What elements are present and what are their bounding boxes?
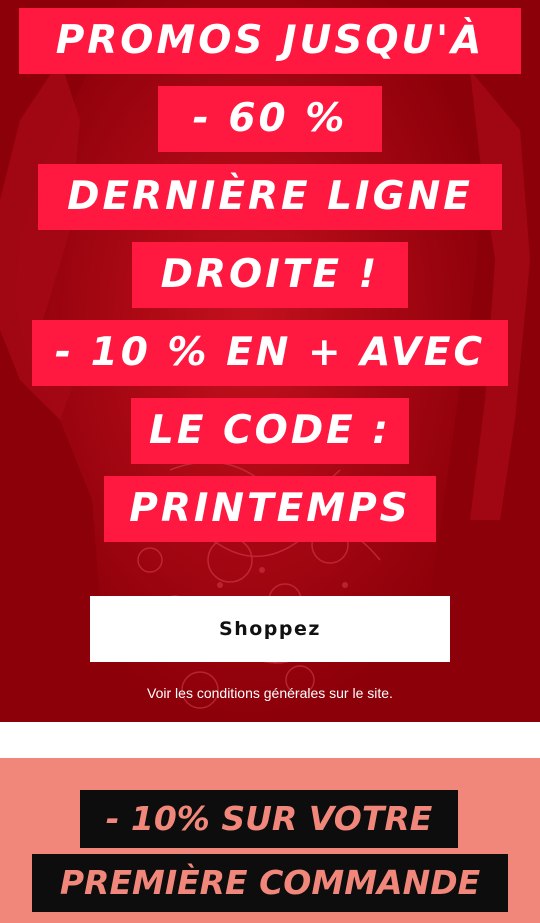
headline-line-5: - 10 % EN + AVEC xyxy=(32,320,508,386)
headline-line-3: DERNIÈRE LIGNE xyxy=(38,164,502,230)
headline-line-4: DROITE ! xyxy=(132,242,408,308)
terms-link[interactable]: Voir les conditions générales sur le sit… xyxy=(0,683,540,703)
headline-line-6: LE CODE : xyxy=(131,398,409,464)
headline-line-2: - 60 % xyxy=(158,86,382,152)
shop-now-button[interactable]: Shoppez xyxy=(90,596,450,662)
hero-banner[interactable]: PROMOS JUSQU'À - 60 % DERNIÈRE LIGNE DRO… xyxy=(0,0,540,722)
first-order-promo-banner[interactable]: - 10% SUR VOTRE PREMIÈRE COMMANDE xyxy=(0,758,540,923)
promo2-line-2: PREMIÈRE COMMANDE xyxy=(32,854,508,912)
promo2-line-1: - 10% SUR VOTRE xyxy=(80,790,458,848)
headline-line-1: PROMOS JUSQU'À xyxy=(19,8,521,74)
headline-line-7: PRINTEMPS xyxy=(104,476,436,542)
section-divider xyxy=(0,722,540,758)
